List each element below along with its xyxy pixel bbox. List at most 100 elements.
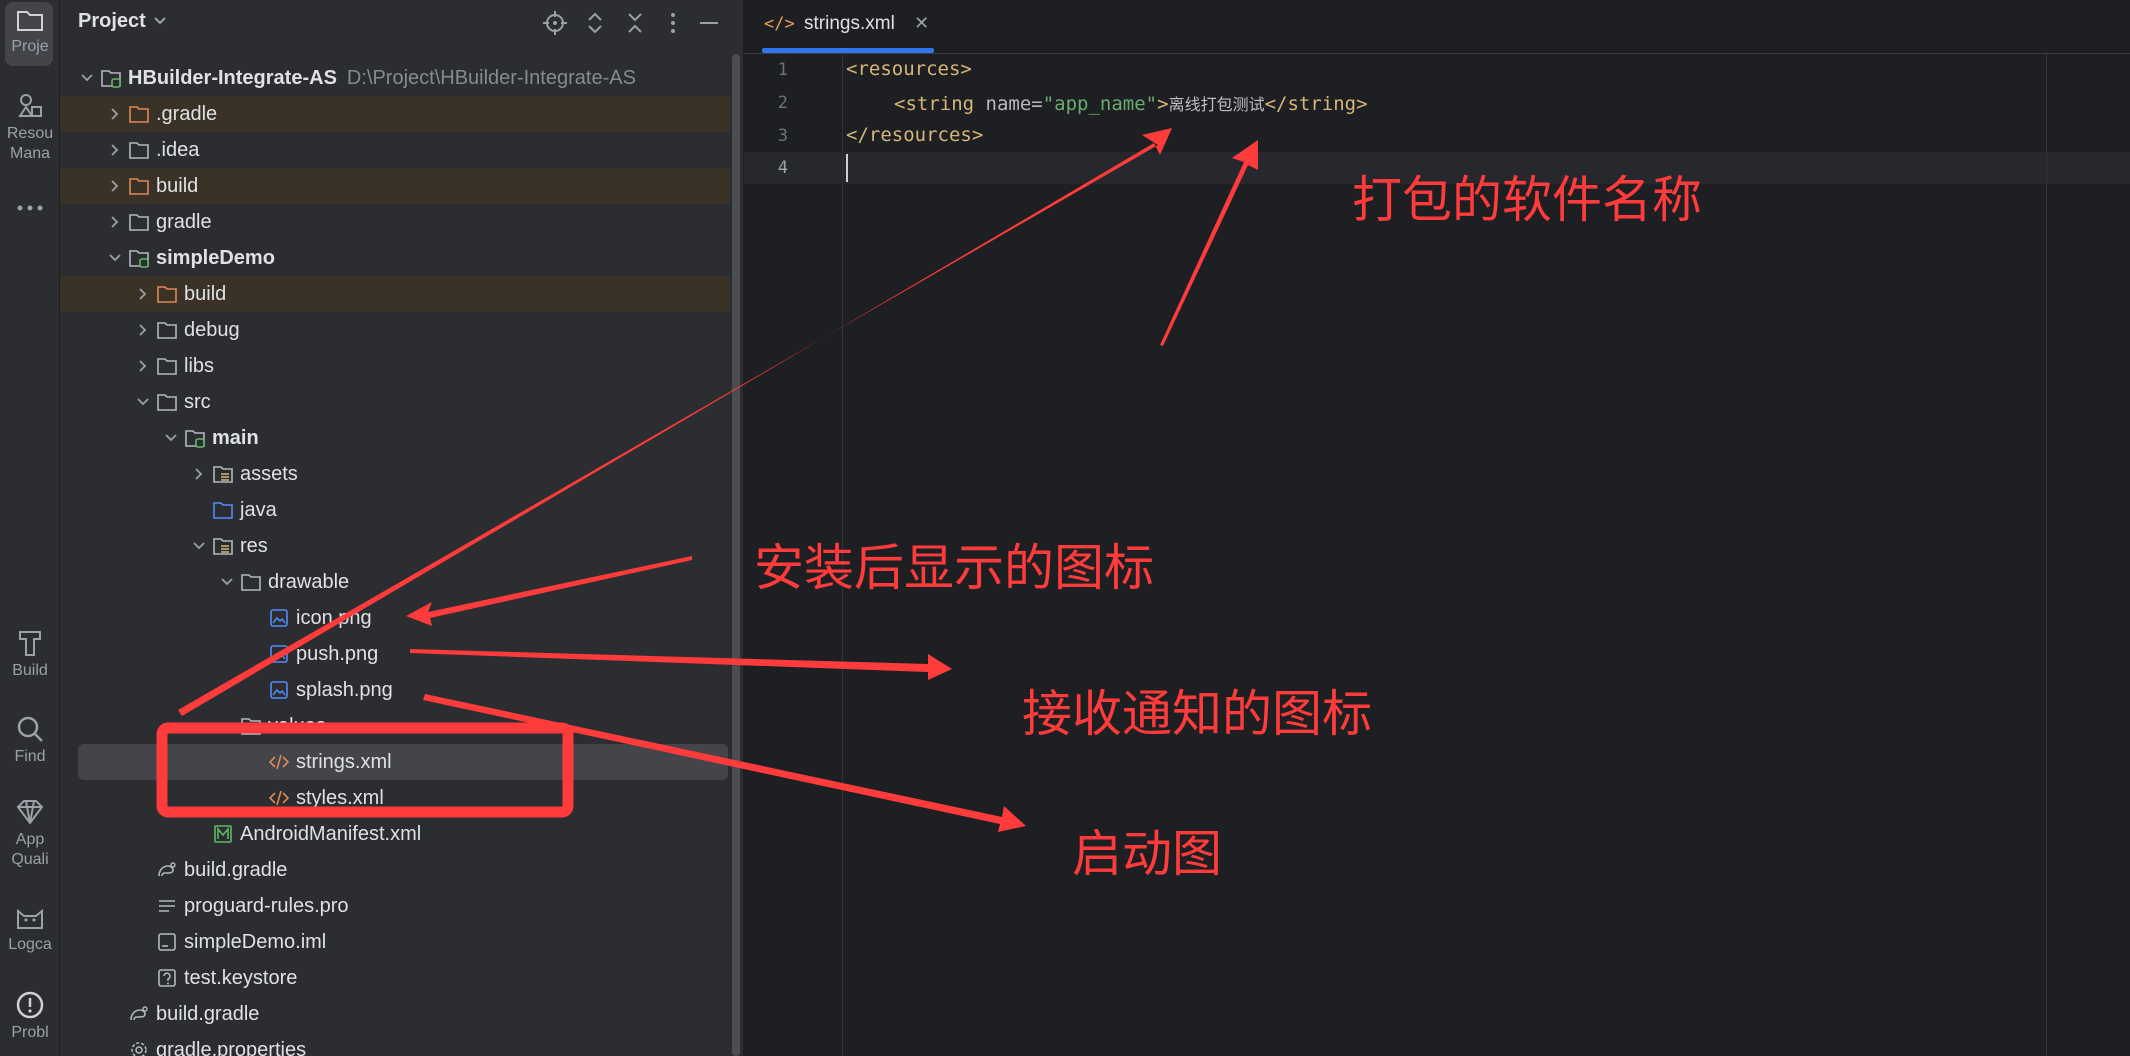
- tree-item[interactable]: splash.png: [60, 672, 730, 708]
- tree-item[interactable]: push.png: [60, 636, 730, 672]
- project-title[interactable]: Project: [78, 10, 146, 33]
- locate-file-icon[interactable]: [542, 10, 568, 36]
- tree-item-label: build.gradle: [156, 1003, 260, 1025]
- module-folder-icon: [101, 70, 121, 88]
- tree-item-label: HBuilder-Integrate-AS D:\Project\HBuilder…: [128, 67, 636, 89]
- chevron-down-icon[interactable]: [164, 431, 178, 445]
- tree-item[interactable]: gradle.properties: [60, 1032, 730, 1056]
- tree-item[interactable]: values: [60, 708, 730, 744]
- chevron-down-icon[interactable]: [192, 539, 206, 553]
- tool-label: Proje: [11, 38, 49, 55]
- tree-item[interactable]: main: [60, 420, 730, 456]
- chevron-down-icon[interactable]: [108, 251, 122, 265]
- excluded-folder-icon: [157, 286, 177, 303]
- tree-item-label: .idea: [156, 139, 200, 161]
- folder-icon: [157, 322, 177, 339]
- tree-item[interactable]: .idea: [60, 132, 730, 168]
- tree-item-label: java: [240, 499, 277, 521]
- chevron-down-icon[interactable]: [220, 719, 234, 733]
- tree-item-label: libs: [184, 355, 215, 377]
- tree-item[interactable]: strings.xml: [78, 744, 728, 780]
- tree-item-label: styles.xml: [296, 787, 384, 809]
- tree-item[interactable]: AndroidManifest.xml: [60, 816, 730, 852]
- tool-find[interactable]: Find: [0, 714, 60, 766]
- chevron-right-icon[interactable]: [108, 179, 122, 193]
- tree-item[interactable]: gradle: [60, 204, 730, 240]
- tree-item[interactable]: .gradle: [60, 96, 730, 132]
- chevron-right-icon[interactable]: [136, 323, 150, 337]
- iml-file-icon: [158, 933, 176, 951]
- tree-item[interactable]: build.gradle: [60, 852, 730, 888]
- tree-item[interactable]: simpleDemo: [60, 240, 730, 276]
- tree-item-label: gradle: [156, 211, 212, 233]
- resource-folder-icon: [213, 466, 233, 483]
- tree-item-label: debug: [184, 319, 240, 341]
- tree-item[interactable]: debug: [60, 312, 730, 348]
- chevron-right-icon[interactable]: [136, 359, 150, 373]
- tree-item[interactable]: build.gradle: [60, 996, 730, 1032]
- tool-logcat[interactable]: Logca: [0, 906, 60, 954]
- collapse-all-icon[interactable]: [622, 10, 648, 36]
- chevron-down-icon[interactable]: [220, 575, 234, 589]
- chevron-right-icon[interactable]: [108, 215, 122, 229]
- problems-icon: [16, 991, 44, 1019]
- tool-problems[interactable]: Probl: [0, 990, 60, 1042]
- code-line-1[interactable]: <resources>: [846, 58, 972, 80]
- resource-folder-icon: [213, 538, 233, 555]
- tree-item[interactable]: drawable: [60, 564, 730, 600]
- annotation-notify-icon: 接收通知的图标: [1022, 685, 1372, 743]
- chevron-down-icon[interactable]: [152, 12, 168, 28]
- chevron-down-icon[interactable]: [80, 71, 94, 85]
- tree-item[interactable]: java: [60, 492, 730, 528]
- tool-label: Build: [12, 662, 48, 679]
- tool-label: Find: [14, 748, 46, 765]
- chevron-down-icon[interactable]: [136, 395, 150, 409]
- expand-all-icon[interactable]: [582, 10, 608, 36]
- editor-tab-bar: </> strings.xml ✕: [744, 0, 2130, 54]
- xml-attr: name=: [974, 93, 1043, 115]
- chevron-right-icon[interactable]: [136, 287, 150, 301]
- unknown-file-icon: [158, 969, 176, 987]
- tree-item-label: simpleDemo.iml: [184, 931, 327, 953]
- more-tools-button[interactable]: [0, 200, 60, 218]
- tool-label: Logca: [8, 936, 52, 953]
- tool-project[interactable]: Proje: [0, 8, 60, 56]
- chevron-right-icon[interactable]: [108, 143, 122, 157]
- tree-item[interactable]: proguard-rules.pro: [60, 888, 730, 924]
- tree-item[interactable]: test.keystore: [60, 960, 730, 996]
- annotation-app-name: 打包的软件名称: [1352, 171, 1702, 229]
- project-tool-window: Project HBuilder-Integrate-AS D:\Project\…: [60, 0, 743, 1056]
- minimize-icon[interactable]: [696, 10, 722, 36]
- tab-strings-xml[interactable]: </> strings.xml ✕: [764, 0, 929, 54]
- xml-tag: </resources>: [846, 124, 984, 146]
- project-scrollbar[interactable]: [732, 54, 740, 1056]
- chevron-right-icon[interactable]: [192, 467, 206, 481]
- settings-file-icon: [131, 1042, 147, 1056]
- close-tab-icon[interactable]: ✕: [914, 13, 929, 33]
- tool-app-quality[interactable]: App Quali: [0, 798, 60, 870]
- folder-icon: [17, 11, 43, 31]
- tree-item[interactable]: simpleDemo.iml: [60, 924, 730, 960]
- tree-item[interactable]: src: [60, 384, 730, 420]
- tree-item[interactable]: assets: [60, 456, 730, 492]
- annotation-splash: 启动图: [1072, 825, 1222, 883]
- tool-label: Resou: [6, 125, 54, 142]
- chevron-right-icon[interactable]: [108, 107, 122, 121]
- tree-item[interactable]: build: [60, 276, 730, 312]
- code-line-3[interactable]: </resources>: [846, 124, 983, 146]
- tree-root-hbuilder[interactable]: HBuilder-Integrate-AS D:\Project\HBuilder…: [60, 60, 730, 96]
- build-hammer-icon: [19, 631, 41, 656]
- more-dots-icon: [17, 205, 43, 211]
- tree-item[interactable]: build: [60, 168, 730, 204]
- image-file-icon: [270, 645, 288, 663]
- code-line-2[interactable]: <string name="app_name">离线打包测试</string>: [894, 91, 1368, 115]
- tree-item[interactable]: res: [60, 528, 730, 564]
- tree-item[interactable]: styles.xml: [60, 780, 730, 816]
- tree-item[interactable]: libs: [60, 348, 730, 384]
- tree-item-label: values: [268, 715, 326, 737]
- tree-item[interactable]: icon.png: [60, 600, 730, 636]
- tool-build[interactable]: Build: [0, 628, 60, 680]
- options-menu-icon[interactable]: [660, 10, 686, 36]
- image-file-icon: [270, 609, 288, 627]
- tool-resource-manager[interactable]: Resou Mana: [0, 92, 60, 164]
